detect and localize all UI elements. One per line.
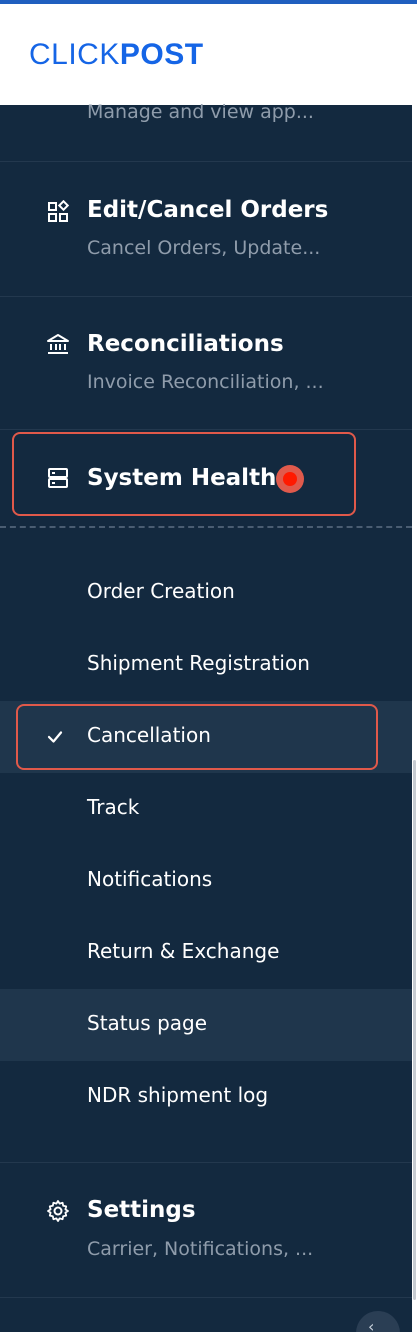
bank-icon [47,334,69,354]
sub-item-shipment-registration[interactable]: Shipment Registration [0,629,412,701]
logo-text-post: POST [119,38,204,71]
sub-item-label: NDR shipment log [87,1083,269,1107]
gear-icon [47,1200,69,1222]
nav-item-subtitle: Carrier, Notifications, ... [87,1238,314,1260]
sub-item-label: Order Creation [87,579,235,603]
sub-item-notifications[interactable]: Notifications [0,845,412,917]
nav-item-reconciliations[interactable]: Reconciliations Invoice Reconciliation, … [0,297,412,429]
annotation-highlight-cancellation [16,704,378,770]
sub-item-label: Shipment Registration [87,651,310,675]
sub-item-label: Status page [87,1011,208,1035]
annotation-highlight-system-health [12,432,356,516]
nav-item-title: Settings [87,1197,196,1223]
nav-item-title: Reconciliations [87,331,284,357]
sub-item-label: Notifications [87,867,213,891]
top-bar: CLICKPOST [0,0,417,105]
clickpost-logo[interactable]: CLICKPOST [29,38,204,72]
nav-item-subtitle: Invoice Reconciliation, ... [87,371,324,393]
sub-item-ndr-shipment-log[interactable]: NDR shipment log [0,1061,412,1133]
sub-item-order-creation[interactable]: Order Creation [0,557,412,629]
previous-item-subtitle: Manage and view app... [87,101,314,123]
chevron-left-icon: ‹ [368,1317,375,1332]
sub-item-status-page[interactable]: Status page [0,989,412,1061]
logo-text-click: CLICK [29,38,120,71]
sub-item-return-exchange[interactable]: Return & Exchange [0,917,412,989]
divider [0,1297,412,1298]
nav-item-subtitle: Cancel Orders, Update... [87,237,321,259]
nav-item-edit-cancel-orders[interactable]: Edit/Cancel Orders Cancel Orders, Update… [0,162,412,296]
nav-item-title: Edit/Cancel Orders [87,197,329,223]
dashed-divider [0,526,412,528]
sub-item-label: Track [87,795,140,819]
scrollbar-thumb[interactable] [413,760,416,1300]
sub-item-label: Return & Exchange [87,939,280,963]
nav-item-settings[interactable]: Settings Carrier, Notifications, ... [0,1163,412,1297]
sub-item-track[interactable]: Track [0,773,412,845]
widgets-icon [48,200,70,222]
